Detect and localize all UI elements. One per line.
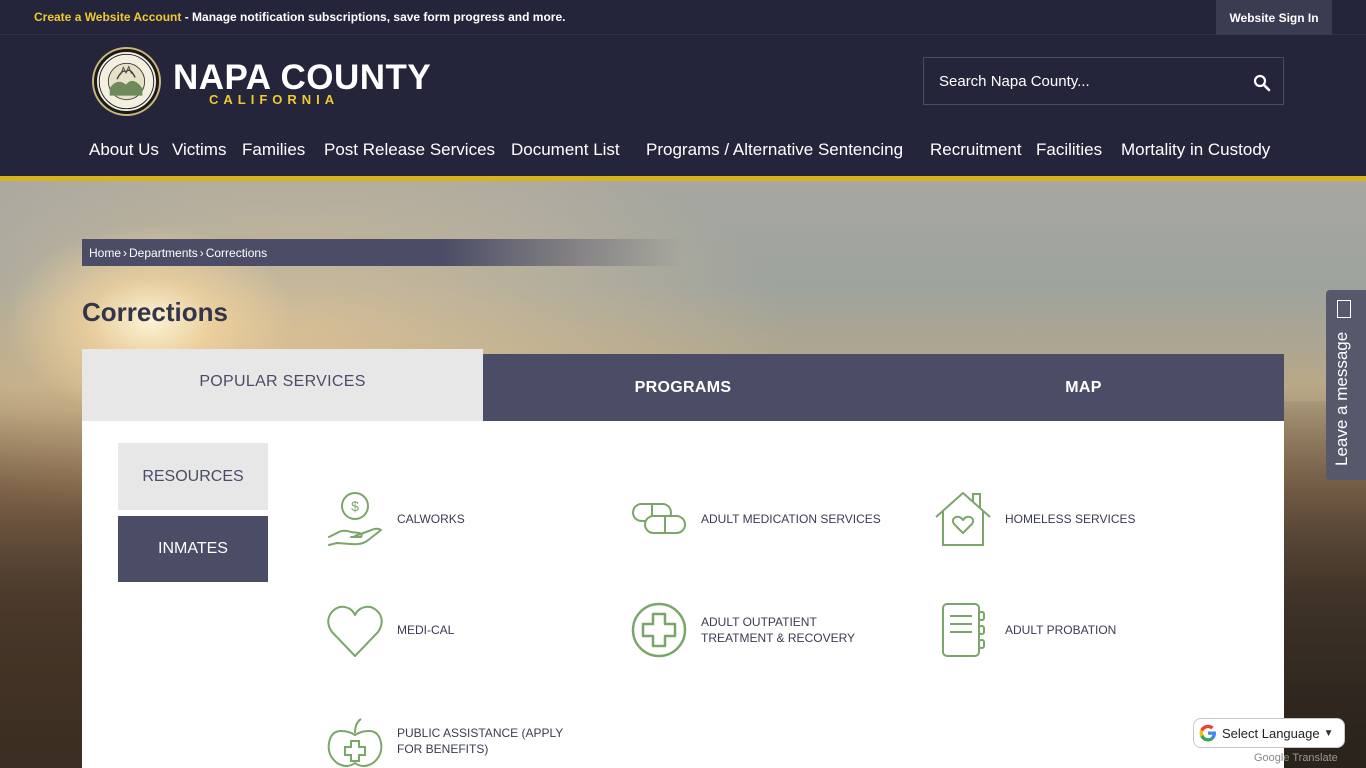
county-seal-logo[interactable] xyxy=(94,49,159,114)
google-wordmark: Google xyxy=(1254,752,1290,764)
house-heart-icon xyxy=(935,492,991,546)
nav-item-facilities[interactable]: Facilities xyxy=(1036,140,1102,160)
service-adult-medication-services[interactable]: ADULT MEDICATION SERVICES xyxy=(629,489,881,549)
service-label: ADULT MEDICATION SERVICES xyxy=(701,512,881,526)
envelope-icon xyxy=(1337,300,1351,318)
main-navigation: About Us Victims Families Post Release S… xyxy=(0,140,1366,168)
breadcrumb: Home › Departments › Corrections xyxy=(82,239,682,266)
service-label: ADULT OUTPATIENT TREATMENT & RECOVERY xyxy=(701,615,856,645)
service-label: CALWORKS xyxy=(397,512,465,526)
service-adult-outpatient-treatment-recovery[interactable]: ADULT OUTPATIENT TREATMENT & RECOVERY xyxy=(629,600,891,660)
create-account-link[interactable]: Create a Website Account xyxy=(34,10,181,24)
language-select[interactable]: Select Language ▼ xyxy=(1193,718,1345,748)
breadcrumb-separator: › xyxy=(123,245,128,260)
top-utility-bar: Create a Website Account - Manage notifi… xyxy=(0,0,1366,35)
svg-text:$: $ xyxy=(351,498,359,514)
nav-item-document-list[interactable]: Document List xyxy=(511,140,620,160)
service-label: MEDI-CAL xyxy=(397,623,455,637)
translate-word: Translate xyxy=(1289,752,1338,764)
chevron-down-icon: ▼ xyxy=(1323,727,1334,739)
popular-services-panel: RESOURCES INMATES $ CALWORKS ADULT MEDIC… xyxy=(82,421,1284,768)
brand-subtitle: CALIFORNIA xyxy=(209,92,340,107)
pill-icon xyxy=(632,503,686,534)
language-select-label: Select Language xyxy=(1222,725,1320,741)
tab-popular-services-label: POPULAR SERVICES xyxy=(199,373,366,390)
powered-by-google-translate: Google Translate xyxy=(1254,752,1338,764)
account-message-text: - Manage notification subscriptions, sav… xyxy=(181,10,566,24)
side-tab-resources[interactable]: RESOURCES xyxy=(118,443,268,510)
site-search xyxy=(923,57,1284,105)
heart-icon xyxy=(327,605,383,657)
leave-message-label: Leave a message xyxy=(1332,331,1351,466)
nav-item-programs-alternative-sentencing[interactable]: Programs / Alternative Sentencing xyxy=(646,140,903,160)
nav-item-post-release-services[interactable]: Post Release Services xyxy=(324,140,495,160)
breadcrumb-current: Corrections xyxy=(205,245,268,260)
site-header: NAPA COUNTY CALIFORNIA About Us Victims … xyxy=(0,36,1366,176)
seal-icon xyxy=(98,53,155,110)
service-homeless-services[interactable]: HOMELESS SERVICES xyxy=(933,489,1136,549)
notebook-icon xyxy=(942,603,985,657)
service-medi-cal[interactable]: MEDI-CAL xyxy=(325,600,454,660)
apple-heart-icon xyxy=(327,718,383,767)
search-icon[interactable] xyxy=(1253,74,1271,92)
hand-dollar-icon: $ xyxy=(328,492,382,546)
service-calworks[interactable]: $ CALWORKS xyxy=(325,489,465,549)
google-g-icon xyxy=(1199,724,1216,742)
leave-message-widget[interactable]: Leave a message xyxy=(1326,290,1366,480)
hero-banner: Home › Departments › Corrections Correct… xyxy=(0,181,1366,768)
breadcrumb-departments[interactable]: Departments xyxy=(129,246,198,260)
nav-item-recruitment[interactable]: Recruitment xyxy=(930,140,1022,160)
tab-popular-services[interactable]: POPULAR SERVICES xyxy=(82,349,483,421)
tab-map[interactable]: MAP xyxy=(883,354,1284,421)
account-message: Create a Website Account - Manage notifi… xyxy=(34,10,565,24)
nav-item-families[interactable]: Families xyxy=(242,140,305,160)
nav-item-victims[interactable]: Victims xyxy=(172,140,226,160)
medical-cross-icon xyxy=(631,602,687,658)
breadcrumb-separator: › xyxy=(199,245,204,260)
nav-item-about-us[interactable]: About Us xyxy=(89,140,159,160)
nav-item-mortality-in-custody[interactable]: Mortality in Custody xyxy=(1121,140,1270,160)
breadcrumb-home[interactable]: Home xyxy=(89,246,121,260)
page-title: Corrections xyxy=(82,297,228,327)
website-sign-in-button[interactable]: Website Sign In xyxy=(1216,0,1332,35)
service-label: PUBLIC ASSISTANCE (APPLY FOR BENEFITS) xyxy=(397,726,564,756)
side-tab-inmates[interactable]: INMATES xyxy=(118,516,268,582)
search-input[interactable] xyxy=(924,58,1234,104)
service-adult-probation[interactable]: ADULT PROBATION xyxy=(933,600,1116,660)
service-public-assistance[interactable]: PUBLIC ASSISTANCE (APPLY FOR BENEFITS) xyxy=(325,711,587,768)
service-label: ADULT PROBATION xyxy=(1005,623,1117,637)
service-label: HOMELESS SERVICES xyxy=(1005,512,1136,526)
hero-hillside-left xyxy=(0,411,90,768)
tab-programs[interactable]: PROGRAMS xyxy=(483,354,883,421)
